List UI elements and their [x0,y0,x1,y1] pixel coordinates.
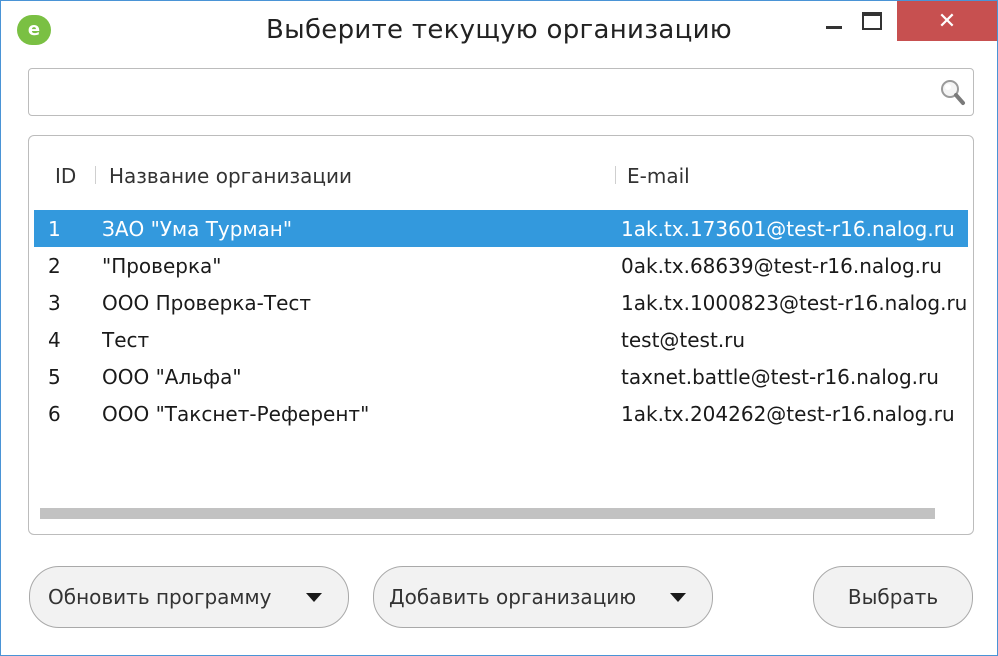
chevron-down-icon [306,593,322,602]
maximize-icon [862,12,882,30]
search-box [28,68,974,116]
cell-name: ООО Проверка-Тест [102,291,312,315]
update-program-label: Обновить программу [48,585,272,609]
add-organization-button[interactable]: Добавить организацию [373,566,713,628]
add-organization-label: Добавить организацию [389,585,637,609]
close-icon: ✕ [937,8,957,34]
update-program-button[interactable]: Обновить программу [29,566,349,628]
table-header: ID Название организации E-mail [29,136,973,210]
select-label: Выбрать [847,585,939,609]
cell-email: test@test.ru [621,328,746,352]
title-bar: e Выберите текущую организацию ✕ [1,1,997,59]
cell-email: taxnet.battle@test-r16.nalog.ru [621,365,939,389]
cell-id: 6 [48,402,61,426]
chevron-down-icon [670,593,686,602]
cell-email: 1ak.tx.204262@test-r16.nalog.ru [621,402,955,426]
table-row[interactable]: 1 ЗАО "Ума Турман" 1ak.tx.173601@test-r1… [34,210,968,247]
cell-email: 1ak.tx.1000823@test-r16.nalog.ru [621,291,968,315]
close-button[interactable]: ✕ [897,1,997,41]
maximize-button[interactable] [849,1,895,41]
cell-id: 1 [48,217,61,241]
dialog-window: e Выберите текущую организацию ✕ ID Назв… [0,0,998,656]
organizations-table: ID Название организации E-mail 1 ЗАО "Ум… [28,135,974,535]
cell-name: ЗАО "Ума Турман" [102,217,293,241]
search-icon[interactable] [937,77,967,107]
cell-email: 0ak.tx.68639@test-r16.nalog.ru [621,254,942,278]
cell-name: ООО "Такснет-Референт" [102,402,370,426]
column-divider[interactable] [95,166,96,184]
table-row[interactable]: 4 Тест test@test.ru [34,321,968,358]
column-header-id[interactable]: ID [55,164,76,188]
table-row[interactable]: 5 ООО "Альфа" taxnet.battle@test-r16.nal… [34,358,968,395]
table-row[interactable]: 3 ООО Проверка-Тест 1ak.tx.1000823@test-… [34,284,968,321]
cell-name: "Проверка" [102,254,222,278]
column-header-email[interactable]: E-mail [627,164,690,188]
cell-email: 1ak.tx.173601@test-r16.nalog.ru [621,217,955,241]
cell-name: ООО "Альфа" [102,365,242,389]
cell-id: 2 [48,254,61,278]
cell-id: 3 [48,291,61,315]
table-row[interactable]: 6 ООО "Такснет-Референт" 1ak.tx.204262@t… [34,395,968,432]
column-divider[interactable] [615,166,616,184]
table-body: 1 ЗАО "Ума Турман" 1ak.tx.173601@test-r1… [34,210,968,432]
search-input[interactable] [37,75,941,111]
minimize-icon [826,25,842,29]
cell-id: 4 [48,328,61,352]
column-header-name[interactable]: Название организации [109,164,352,188]
select-button[interactable]: Выбрать [813,566,973,628]
table-row[interactable]: 2 "Проверка" 0ak.tx.68639@test-r16.nalog… [34,247,968,284]
cell-id: 5 [48,365,61,389]
cell-name: Тест [102,328,150,352]
horizontal-scrollbar[interactable] [40,508,935,519]
